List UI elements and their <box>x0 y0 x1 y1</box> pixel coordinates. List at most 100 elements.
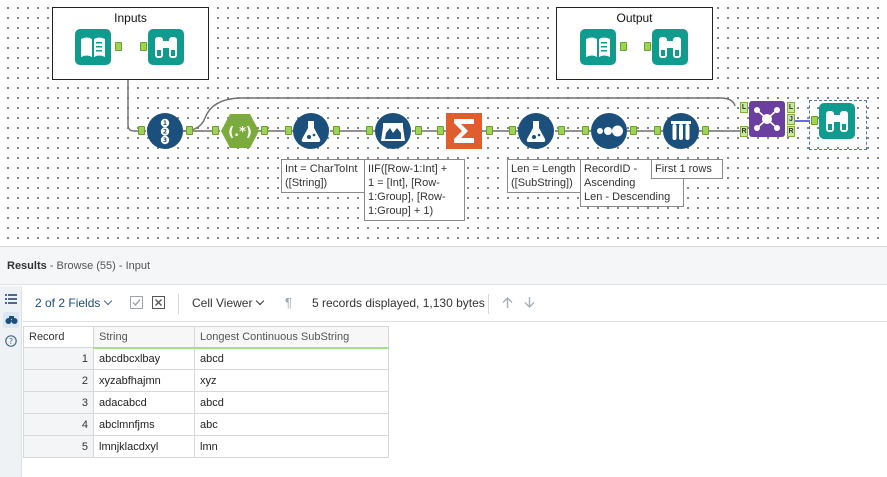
join-tool[interactable] <box>749 101 785 137</box>
table-row[interactable]: 2 xyzabfhajmn xyz <box>23 369 389 392</box>
column-header-string[interactable]: String <box>93 326 195 349</box>
results-table: Record String Longest Continuous SubStri… <box>23 326 389 458</box>
input-data-tool[interactable] <box>75 29 111 65</box>
binoculars-icon[interactable] <box>3 312 19 328</box>
sort-tool[interactable] <box>591 113 627 149</box>
book-icon <box>75 29 111 65</box>
output-anchor[interactable] <box>486 126 493 135</box>
record-cell[interactable]: 3 <box>23 391 94 414</box>
input-anchor[interactable] <box>811 116 818 125</box>
input-anchor[interactable] <box>582 126 589 135</box>
dots-icon <box>591 113 627 149</box>
join-left-anchor[interactable]: L <box>740 102 748 113</box>
input-anchor[interactable] <box>644 42 651 51</box>
input-anchor[interactable] <box>654 126 661 135</box>
record-id-tool[interactable]: 1 2 3 <box>147 113 183 149</box>
output-anchor[interactable] <box>333 126 340 135</box>
output-anchor[interactable] <box>620 42 627 51</box>
input-anchor[interactable] <box>140 42 147 51</box>
string-cell[interactable]: abclmnfjms <box>93 413 195 436</box>
results-title-bold: Results <box>7 260 47 272</box>
column-header-longest-substring[interactable]: Longest Continuous SubString <box>194 326 389 349</box>
text-input-tool[interactable] <box>580 29 616 65</box>
input-anchor[interactable] <box>509 126 516 135</box>
string-cell[interactable]: adacabcd <box>93 391 195 414</box>
record-cell[interactable]: 1 <box>23 347 94 370</box>
sample-tool[interactable] <box>663 113 699 149</box>
results-header: Results - Browse (55) - Input <box>0 247 887 285</box>
output-anchor[interactable] <box>630 126 637 135</box>
svg-text:(.*): (.*) <box>228 125 252 140</box>
table-row[interactable]: 1 abcdbcxlbay abcd <box>23 347 389 370</box>
table-row[interactable]: 4 abclmnfjms abc <box>23 413 389 436</box>
substring-cell[interactable]: abc <box>194 413 389 436</box>
string-cell[interactable]: lmnjklacdxyl <box>93 435 195 458</box>
input-anchor[interactable] <box>212 126 219 135</box>
results-grid[interactable]: Record String Longest Continuous SubStri… <box>23 323 887 477</box>
container-title: Output <box>616 11 653 25</box>
output-anchor[interactable] <box>415 126 422 135</box>
output-anchor[interactable] <box>261 126 268 135</box>
record-cell[interactable]: 2 <box>23 369 94 392</box>
join-icon <box>749 101 785 137</box>
regex-tool[interactable]: (.*) <box>221 113 259 149</box>
container-title: Inputs <box>114 11 147 25</box>
table-row[interactable]: 3 adacabcd abcd <box>23 391 389 414</box>
toolbar-divider <box>178 294 179 314</box>
record-cell[interactable]: 4 <box>23 413 94 436</box>
string-cell[interactable]: xyzabfhajmn <box>93 369 195 392</box>
results-title: Results - Browse (55) - Input <box>7 260 150 272</box>
column-header-record[interactable]: Record <box>23 326 94 348</box>
multi-row-formula-tool[interactable] <box>375 113 411 149</box>
book-icon <box>580 29 616 65</box>
input-anchor[interactable] <box>138 126 145 135</box>
arrow-down-icon[interactable] <box>523 296 536 309</box>
list-icon[interactable] <box>3 291 19 307</box>
input-anchor[interactable] <box>285 126 292 135</box>
help-icon[interactable]: ? <box>3 333 19 349</box>
substring-cell[interactable]: abcd <box>194 391 389 414</box>
browse-tool[interactable] <box>148 29 184 65</box>
flask-icon <box>293 113 329 149</box>
numbered-list-icon: 1 2 3 <box>147 113 183 149</box>
test-tubes-icon <box>663 113 699 149</box>
join-joined-output-anchor[interactable]: J <box>787 114 795 125</box>
record-cell[interactable]: 5 <box>23 435 94 458</box>
output-anchor[interactable] <box>702 126 709 135</box>
chevron-down-icon <box>104 296 113 306</box>
close-box-icon[interactable] <box>152 296 165 309</box>
binoculars-icon <box>819 103 855 139</box>
pilcrow-icon[interactable]: ¶ <box>285 295 292 310</box>
string-cell[interactable]: abcdbcxlbay <box>93 347 195 370</box>
checkbox-icon[interactable] <box>130 296 143 309</box>
fields-selector-label: 2 of 2 Fields <box>35 296 101 310</box>
formula-tool[interactable] <box>293 113 329 149</box>
output-anchor[interactable] <box>558 126 565 135</box>
input-anchor[interactable] <box>366 126 373 135</box>
cell-viewer-dropdown[interactable]: Cell Viewer <box>192 296 265 310</box>
results-side-toolbar: ? <box>0 286 22 477</box>
binoculars-icon <box>148 29 184 65</box>
join-left-output-anchor[interactable]: L <box>787 102 795 113</box>
join-right-output-anchor[interactable]: R <box>787 126 795 137</box>
arrow-up-icon[interactable] <box>501 296 514 309</box>
regex-icon: (.*) <box>221 114 259 148</box>
table-header-row: Record String Longest Continuous SubStri… <box>23 326 389 349</box>
output-anchor[interactable] <box>115 42 122 51</box>
substring-cell[interactable]: xyz <box>194 369 389 392</box>
substring-cell[interactable]: lmn <box>194 435 389 458</box>
svg-text:1: 1 <box>163 120 167 127</box>
browse-tool[interactable] <box>652 29 688 65</box>
browse-tool[interactable] <box>819 103 855 139</box>
summarize-tool[interactable] <box>446 113 482 149</box>
substring-cell[interactable]: abcd <box>194 347 389 370</box>
fields-selector[interactable]: 2 of 2 Fields <box>35 296 113 310</box>
join-right-anchor[interactable]: R <box>740 126 748 137</box>
workflow-canvas[interactable]: Inputs Output 1 2 3 (.*) L R L J R Int =… <box>0 0 887 246</box>
table-row[interactable]: 5 lmnjklacdxyl lmn <box>23 435 389 458</box>
input-anchor[interactable] <box>437 126 444 135</box>
toolbar-divider <box>488 294 489 314</box>
binoculars-icon <box>652 29 688 65</box>
formula-tool[interactable] <box>518 113 554 149</box>
output-anchor[interactable] <box>186 126 193 135</box>
